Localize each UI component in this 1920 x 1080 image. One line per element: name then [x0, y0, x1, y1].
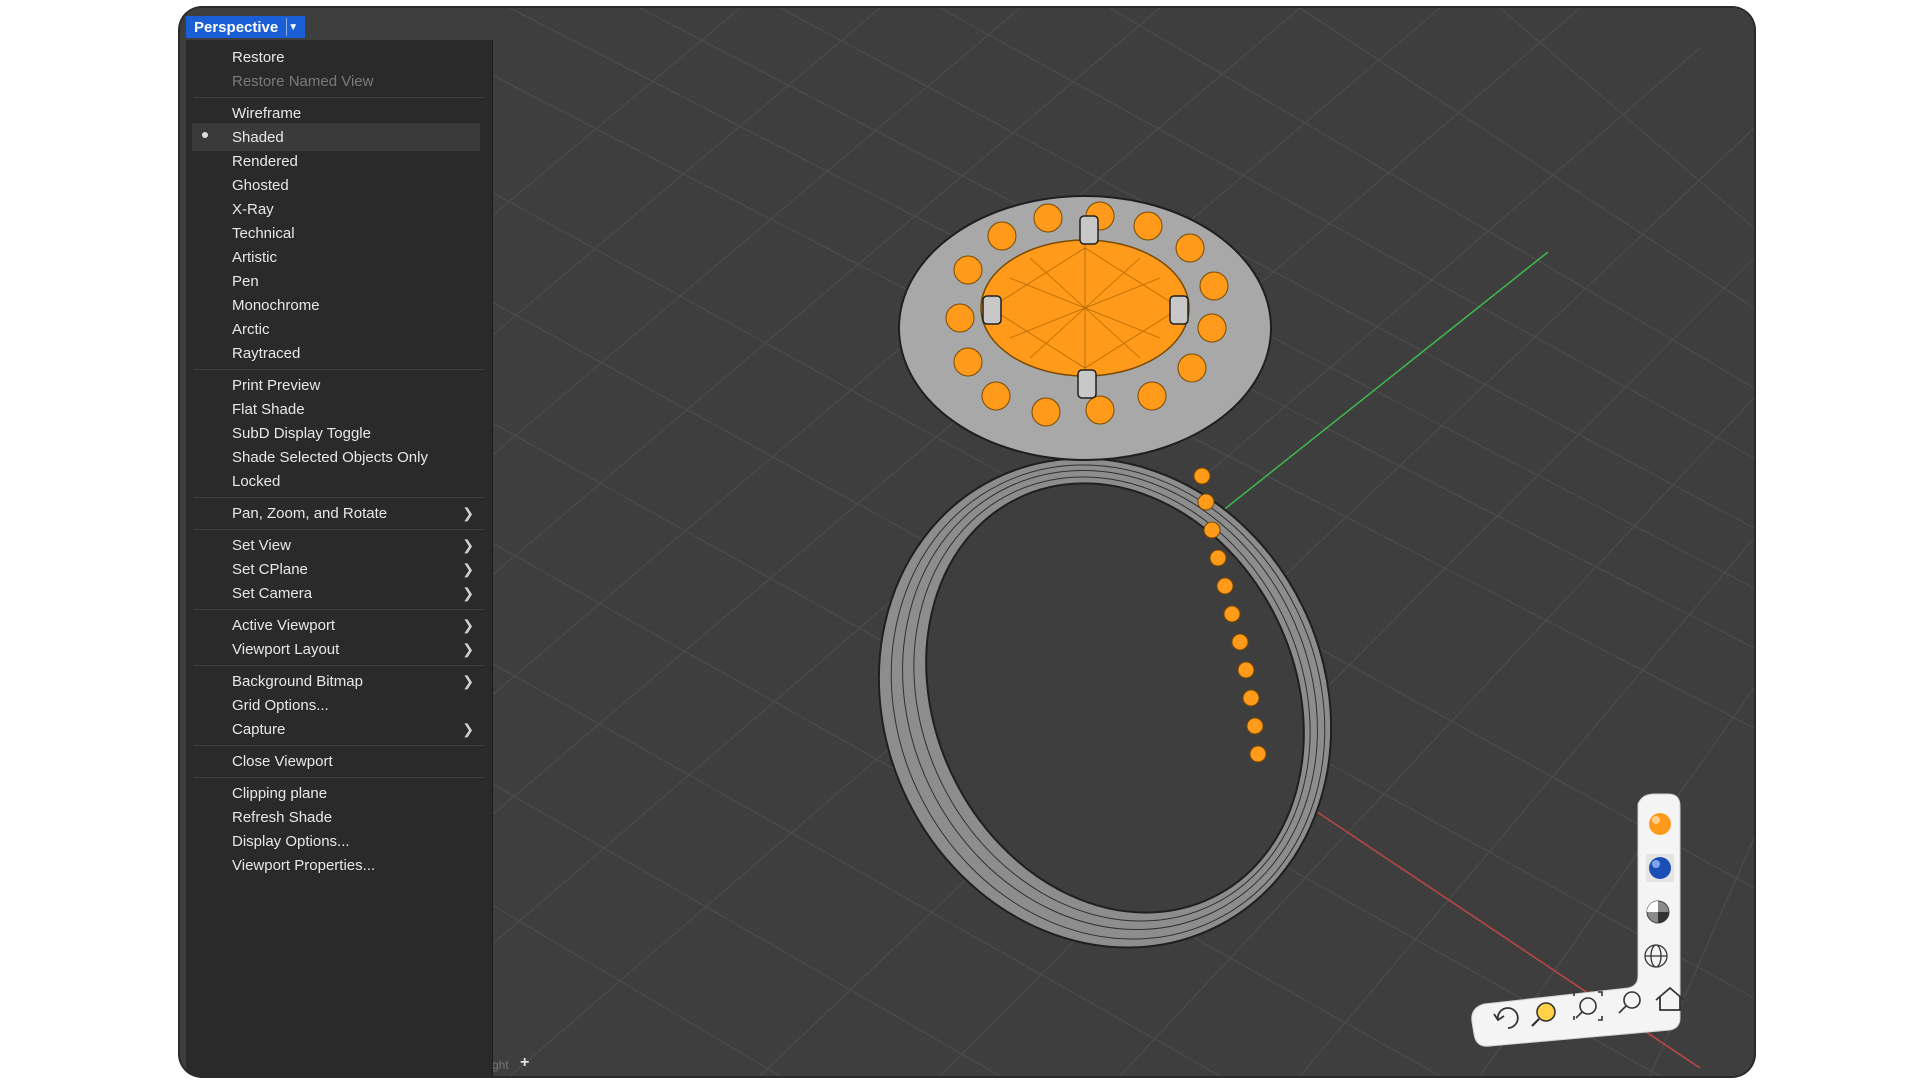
chevron-right-icon: ❯ [462, 536, 474, 553]
menu-separator [194, 777, 484, 778]
menu-separator [194, 745, 484, 746]
plus-icon[interactable]: + [520, 1054, 529, 1072]
chevron-right-icon: ❯ [462, 504, 474, 521]
menu-item-pan-zoom-rotate[interactable]: Pan, Zoom, and Rotate ❯ [192, 499, 480, 527]
chevron-right-icon: ❯ [462, 584, 474, 601]
shaded-sphere-icon[interactable] [1646, 900, 1670, 924]
menu-item-viewport-properties[interactable]: Viewport Properties... [192, 851, 480, 879]
menu-separator [194, 665, 484, 666]
blue-sphere-icon[interactable] [1646, 854, 1674, 882]
menu-item-raytraced[interactable]: Raytraced [192, 339, 480, 367]
chevron-right-icon: ❯ [462, 616, 474, 633]
menu-separator [194, 497, 484, 498]
navigation-widget [1471, 793, 1685, 1047]
viewport-context-menu: Restore Restore Named View Wireframe Sha… [186, 40, 493, 1076]
menu-item-viewport-layout[interactable]: Viewport Layout ❯ [192, 635, 480, 663]
menu-item-set-camera[interactable]: Set Camera ❯ [192, 579, 480, 607]
viewport-title-tab[interactable]: Perspective ▼ [186, 16, 306, 38]
viewport-title[interactable]: Perspective [194, 19, 278, 36]
menu-item-locked[interactable]: Locked [192, 467, 480, 495]
menu-separator [194, 369, 484, 370]
menu-separator [194, 529, 484, 530]
rhino-viewport-window[interactable]: Perspective ▼ Restore Restore Named View… [180, 8, 1754, 1076]
menu-item-restore-named-view: Restore Named View [232, 72, 374, 90]
chevron-right-icon: ❯ [462, 560, 474, 577]
bullet-icon [202, 132, 208, 138]
chevron-right-icon: ❯ [462, 720, 474, 737]
viewport-tab-label[interactable]: ght [492, 1058, 509, 1072]
chevron-down-icon[interactable]: ▼ [286, 18, 299, 36]
menu-separator [194, 609, 484, 610]
menu-item-capture[interactable]: Capture ❯ [192, 715, 480, 743]
chevron-right-icon: ❯ [462, 640, 474, 657]
chevron-right-icon: ❯ [462, 672, 474, 689]
menu-item-close-viewport[interactable]: Close Viewport [192, 747, 480, 775]
rendered-sphere-icon[interactable] [1649, 813, 1671, 835]
menu-separator [194, 97, 484, 98]
